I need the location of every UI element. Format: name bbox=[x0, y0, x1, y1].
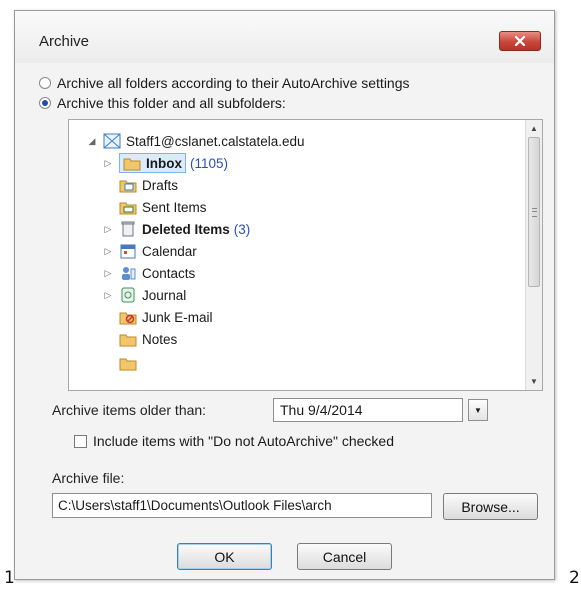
tree-item-partial[interactable] bbox=[119, 352, 142, 374]
journal-label: Journal bbox=[142, 287, 187, 303]
expand-triangle-icon[interactable]: ▷ bbox=[103, 158, 113, 169]
corner-label-2: 2 bbox=[569, 568, 580, 588]
deleted-items-count: (3) bbox=[233, 221, 251, 237]
expand-triangle-icon[interactable]: ▷ bbox=[103, 268, 113, 279]
radio-archive-this[interactable] bbox=[39, 97, 51, 109]
scroll-up-arrow-icon[interactable]: ▲ bbox=[526, 120, 542, 137]
tree-item-junk[interactable]: Junk E-mail bbox=[119, 306, 213, 328]
scroll-grip-icon bbox=[532, 208, 537, 217]
chevron-down-icon: ▼ bbox=[474, 405, 482, 415]
archive-dialog: Archive Archive all folders according to… bbox=[14, 10, 555, 580]
tree-item-inbox[interactable]: ▷ Inbox (1105) bbox=[103, 152, 228, 174]
tree-item-journal[interactable]: ▷ Journal bbox=[103, 284, 186, 306]
journal-icon bbox=[119, 287, 137, 303]
collapse-triangle-icon[interactable]: ◢ bbox=[87, 136, 97, 147]
expand-triangle-icon[interactable]: ▷ bbox=[103, 290, 113, 301]
calendar-icon bbox=[119, 243, 137, 259]
dialog-title: Archive bbox=[39, 33, 90, 50]
scroll-thumb[interactable] bbox=[528, 137, 540, 287]
inbox-count: (1105) bbox=[190, 155, 229, 171]
tree-item-contacts[interactable]: ▷ Contacts bbox=[103, 262, 196, 284]
ok-button[interactable]: OK bbox=[177, 543, 272, 570]
junk-email-icon bbox=[119, 309, 137, 325]
older-than-date-field[interactable]: Thu 9/4/2014 bbox=[273, 398, 463, 422]
folder-icon bbox=[119, 355, 137, 371]
inbox-label: Inbox bbox=[146, 155, 182, 171]
radio-archive-all-label: Archive all folders according to their A… bbox=[57, 75, 410, 91]
tree-item-sent[interactable]: Sent Items bbox=[119, 196, 207, 218]
radio-archive-all[interactable] bbox=[39, 77, 51, 89]
radio-archive-all-row[interactable]: Archive all folders according to their A… bbox=[39, 75, 410, 91]
drafts-folder-icon bbox=[119, 177, 137, 193]
deleted-items-icon bbox=[119, 221, 137, 237]
include-do-not-archive-row[interactable]: Include items with "Do not AutoArchive" … bbox=[74, 433, 394, 449]
inbox-selection: Inbox bbox=[119, 153, 186, 173]
tree-item-calendar[interactable]: ▷ Calendar bbox=[103, 240, 197, 262]
mailbox-icon bbox=[103, 133, 121, 149]
folder-tree[interactable]: ◢ Staff1@cslanet.calstatela.edu ▷ Inbox … bbox=[68, 119, 543, 391]
date-dropdown-button[interactable]: ▼ bbox=[468, 399, 488, 421]
contacts-icon bbox=[119, 265, 137, 281]
cancel-button[interactable]: Cancel bbox=[297, 543, 392, 570]
junk-email-label: Junk E-mail bbox=[142, 309, 213, 325]
inbox-folder-icon bbox=[123, 155, 141, 171]
sent-items-folder-icon bbox=[119, 199, 137, 215]
close-icon bbox=[514, 36, 526, 46]
radio-archive-this-label: Archive this folder and all subfolders: bbox=[57, 95, 286, 111]
calendar-label: Calendar bbox=[142, 243, 197, 259]
include-do-not-archive-checkbox[interactable] bbox=[74, 434, 87, 448]
notes-icon bbox=[119, 331, 137, 347]
archive-file-path-field[interactable]: C:\Users\staff1\Documents\Outlook Files\… bbox=[52, 493, 432, 518]
notes-label: Notes bbox=[142, 331, 178, 347]
expand-triangle-icon[interactable]: ▷ bbox=[103, 224, 113, 235]
tree-item-drafts[interactable]: Drafts bbox=[119, 174, 178, 196]
drafts-label: Drafts bbox=[142, 177, 179, 193]
include-do-not-archive-label: Include items with "Do not AutoArchive" … bbox=[93, 433, 394, 449]
scroll-down-arrow-icon[interactable]: ▼ bbox=[526, 373, 542, 390]
tree-scrollbar[interactable]: ▲ ▼ bbox=[525, 120, 542, 390]
older-than-label: Archive items older than: bbox=[52, 402, 207, 418]
contacts-label: Contacts bbox=[142, 265, 196, 281]
close-button[interactable] bbox=[499, 31, 541, 51]
sent-items-label: Sent Items bbox=[142, 199, 207, 215]
title-bar: Archive bbox=[15, 11, 554, 63]
tree-item-notes[interactable]: Notes bbox=[119, 328, 177, 350]
tree-item-deleted[interactable]: ▷ Deleted Items (3) bbox=[103, 218, 250, 240]
deleted-items-label: Deleted Items bbox=[142, 221, 230, 237]
radio-archive-this-row[interactable]: Archive this folder and all subfolders: bbox=[39, 95, 286, 111]
archive-file-label: Archive file: bbox=[52, 470, 125, 486]
browse-button[interactable]: Browse... bbox=[443, 493, 538, 520]
expand-triangle-icon[interactable]: ▷ bbox=[103, 246, 113, 257]
tree-account-row[interactable]: ◢ Staff1@cslanet.calstatela.edu bbox=[87, 130, 305, 152]
account-label: Staff1@cslanet.calstatela.edu bbox=[126, 133, 305, 149]
